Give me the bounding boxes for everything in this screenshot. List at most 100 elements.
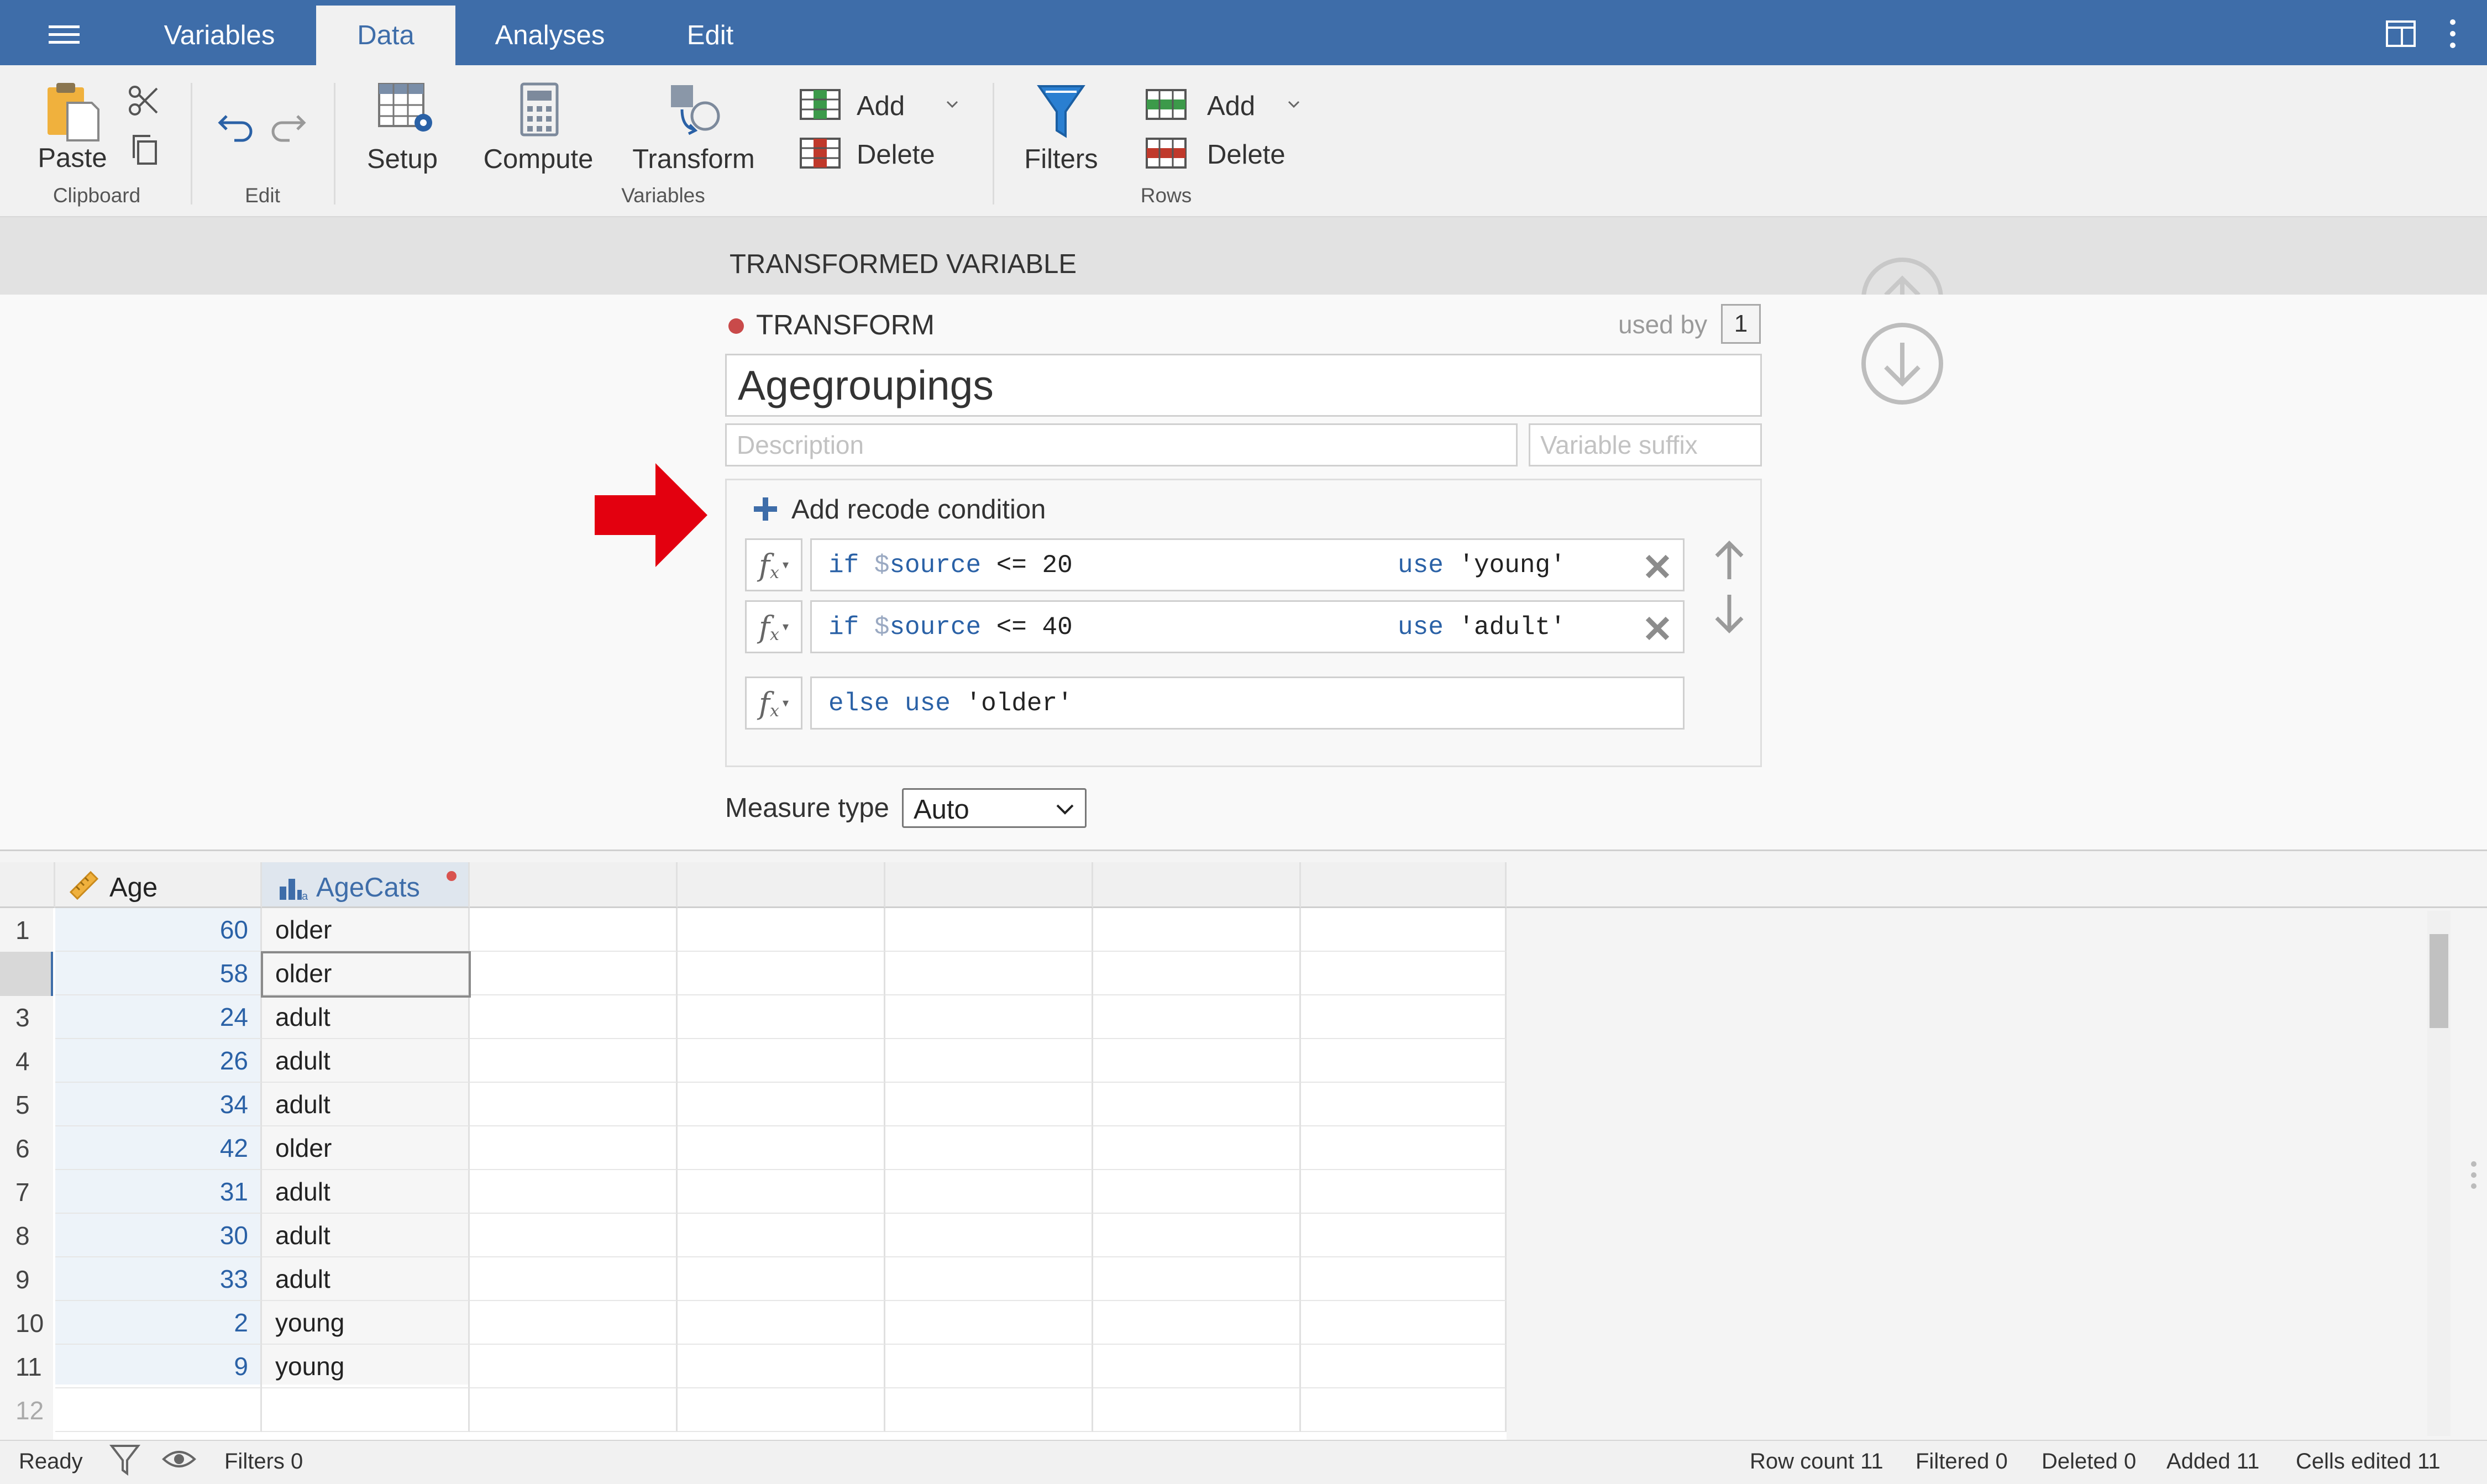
row-number[interactable]: 4 bbox=[0, 1039, 53, 1083]
empty-cell[interactable] bbox=[1301, 1126, 1507, 1170]
empty-cell[interactable] bbox=[885, 1301, 1093, 1345]
empty-cell[interactable] bbox=[1301, 1083, 1507, 1126]
agecats-cell[interactable]: adult bbox=[262, 995, 470, 1039]
empty-cell[interactable] bbox=[1093, 1083, 1301, 1126]
empty-cell[interactable] bbox=[885, 1039, 1093, 1083]
agecats-cell[interactable]: adult bbox=[262, 1083, 470, 1126]
empty-cell[interactable] bbox=[678, 1257, 885, 1301]
row-number[interactable]: 1 bbox=[0, 908, 53, 952]
empty-cell[interactable] bbox=[1093, 1214, 1301, 1257]
column-header-empty[interactable] bbox=[678, 862, 885, 908]
age-cell[interactable]: 31 bbox=[55, 1170, 262, 1214]
empty-cell[interactable] bbox=[678, 952, 885, 995]
function-picker-button[interactable]: f x ▾ bbox=[745, 600, 802, 653]
empty-cell[interactable] bbox=[1093, 1126, 1301, 1170]
agecats-cell[interactable]: adult bbox=[262, 1039, 470, 1083]
age-cell[interactable]: 26 bbox=[55, 1039, 262, 1083]
empty-cell[interactable] bbox=[678, 1170, 885, 1214]
chevron-down-icon[interactable] bbox=[1286, 96, 1302, 113]
empty-cell[interactable] bbox=[470, 1388, 678, 1432]
transform-button[interactable]: Transform bbox=[625, 80, 763, 179]
empty-cell[interactable] bbox=[470, 1301, 678, 1345]
chevron-down-icon[interactable] bbox=[944, 96, 961, 113]
row-number[interactable]: 3 bbox=[0, 995, 53, 1039]
age-cell[interactable]: 33 bbox=[55, 1257, 262, 1301]
empty-cell[interactable] bbox=[1093, 1170, 1301, 1214]
add-variable-button[interactable]: Add bbox=[799, 88, 982, 122]
empty-cell[interactable] bbox=[678, 1039, 885, 1083]
column-header-age[interactable]: Age bbox=[55, 862, 262, 908]
tab-edit[interactable]: Edit bbox=[652, 6, 768, 65]
move-condition-down-icon[interactable] bbox=[1710, 592, 1749, 634]
column-header-agecats[interactable]: a AgeCats bbox=[262, 862, 470, 908]
empty-cell[interactable] bbox=[1093, 1345, 1301, 1388]
empty-cell[interactable] bbox=[1093, 1257, 1301, 1301]
empty-cell[interactable] bbox=[1301, 1301, 1507, 1345]
empty-cell[interactable] bbox=[1301, 952, 1507, 995]
row-number[interactable]: 6 bbox=[0, 1126, 53, 1170]
cut-icon[interactable] bbox=[126, 83, 161, 118]
row-number[interactable]: 8 bbox=[0, 1214, 53, 1257]
empty-cell[interactable] bbox=[1301, 1388, 1507, 1432]
empty-cell[interactable] bbox=[885, 952, 1093, 995]
agecats-cell[interactable]: adult bbox=[262, 1214, 470, 1257]
empty-cell[interactable] bbox=[885, 1257, 1093, 1301]
agecats-cell[interactable]: young bbox=[262, 1301, 470, 1345]
empty-cell[interactable] bbox=[1093, 1039, 1301, 1083]
empty-cell[interactable] bbox=[885, 1170, 1093, 1214]
eye-icon[interactable] bbox=[161, 1445, 197, 1473]
variable-suffix-input[interactable]: Variable suffix bbox=[1529, 423, 1762, 466]
condition-row-1[interactable]: if $source <= 20 use 'young' bbox=[810, 538, 1685, 591]
layout-toggle-icon[interactable] bbox=[2385, 20, 2416, 48]
empty-cell[interactable] bbox=[1301, 1257, 1507, 1301]
function-picker-button[interactable]: f x ▾ bbox=[745, 677, 802, 730]
empty-cell[interactable] bbox=[885, 1126, 1093, 1170]
add-recode-condition-button[interactable]: Add recode condition bbox=[753, 492, 1084, 525]
age-cell[interactable]: 2 bbox=[55, 1301, 262, 1345]
tab-variables[interactable]: Variables bbox=[150, 6, 288, 65]
empty-cell[interactable] bbox=[1301, 995, 1507, 1039]
row-number[interactable]: 9 bbox=[0, 1257, 53, 1301]
empty-cell[interactable] bbox=[470, 1345, 678, 1388]
empty-cell[interactable] bbox=[885, 995, 1093, 1039]
empty-cell[interactable] bbox=[470, 1257, 678, 1301]
tab-data[interactable]: Data bbox=[316, 6, 455, 65]
row-number[interactable]: 5 bbox=[0, 1083, 53, 1126]
move-condition-up-icon[interactable] bbox=[1710, 539, 1749, 581]
age-cell[interactable]: 30 bbox=[55, 1214, 262, 1257]
empty-cell[interactable] bbox=[470, 908, 678, 952]
empty-cell[interactable] bbox=[1093, 952, 1301, 995]
column-header-empty[interactable] bbox=[470, 862, 678, 908]
empty-cell[interactable] bbox=[470, 1170, 678, 1214]
empty-cell[interactable] bbox=[470, 1214, 678, 1257]
age-cell[interactable]: 42 bbox=[55, 1126, 262, 1170]
setup-button[interactable]: Setup bbox=[357, 80, 448, 179]
delete-variable-button[interactable]: Delete bbox=[799, 137, 943, 170]
empty-cell[interactable] bbox=[885, 1345, 1093, 1388]
age-cell[interactable]: 58 bbox=[55, 952, 262, 995]
more-options-icon[interactable] bbox=[2442, 15, 2464, 52]
age-cell[interactable]: 60 bbox=[55, 908, 262, 952]
next-down-icon[interactable] bbox=[1859, 321, 1945, 407]
row-number[interactable]: 11 bbox=[0, 1345, 53, 1388]
resize-handle-icon[interactable] bbox=[2470, 1158, 2477, 1192]
empty-cell[interactable] bbox=[678, 1083, 885, 1126]
empty-cell[interactable] bbox=[470, 1083, 678, 1126]
copy-icon[interactable] bbox=[127, 133, 162, 168]
measure-type-select[interactable]: Auto bbox=[902, 788, 1087, 828]
empty-cell[interactable] bbox=[1301, 1170, 1507, 1214]
remove-condition-icon[interactable] bbox=[1643, 552, 1672, 581]
empty-cell[interactable] bbox=[678, 995, 885, 1039]
empty-cell[interactable] bbox=[1301, 1214, 1507, 1257]
redo-icon[interactable] bbox=[266, 105, 308, 147]
tab-analyses[interactable]: Analyses bbox=[481, 6, 619, 65]
empty-cell[interactable] bbox=[470, 1039, 678, 1083]
column-header-empty[interactable] bbox=[885, 862, 1093, 908]
compute-button[interactable]: Compute bbox=[480, 80, 597, 179]
agecats-cell[interactable] bbox=[262, 1388, 470, 1432]
empty-cell[interactable] bbox=[1301, 908, 1507, 952]
condition-row-2[interactable]: if $source <= 40 use 'adult' bbox=[810, 600, 1685, 653]
empty-cell[interactable] bbox=[1093, 1301, 1301, 1345]
age-cell[interactable]: 24 bbox=[55, 995, 262, 1039]
description-input[interactable]: Description bbox=[725, 423, 1518, 466]
